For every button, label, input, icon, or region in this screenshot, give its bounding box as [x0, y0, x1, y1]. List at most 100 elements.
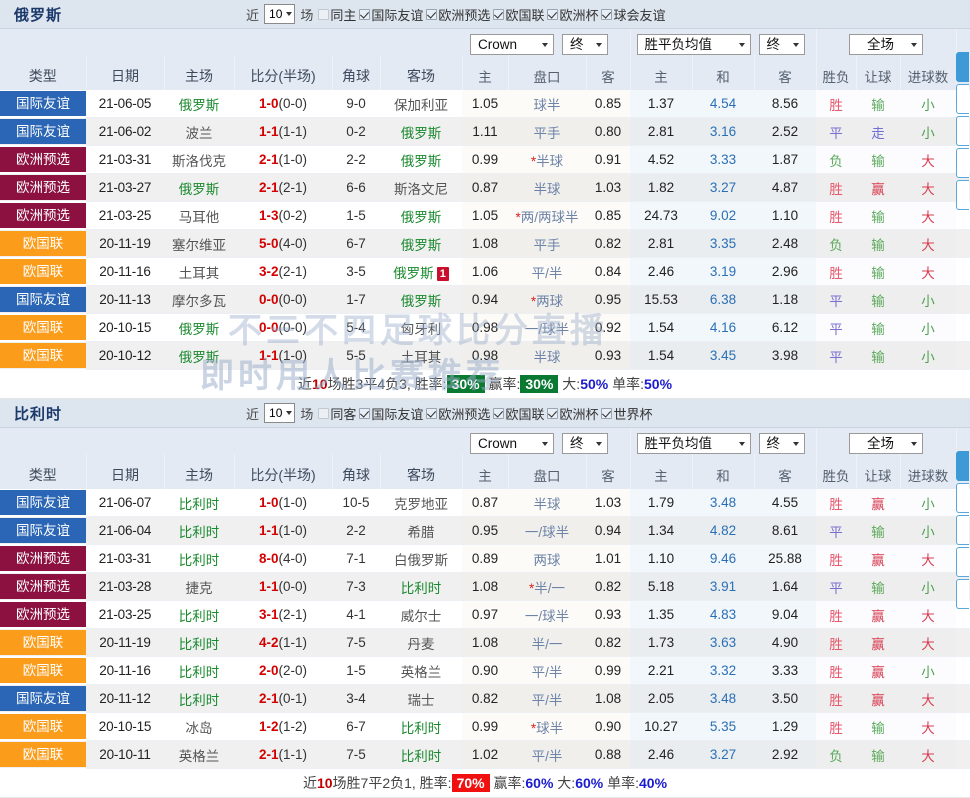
cell-away-team[interactable]: 斯洛文尼 [380, 173, 462, 202]
table-row[interactable]: 国际友谊 20-11-12 比利时 2-1(0-1) 3-4 瑞士 0.82 平/半 1.08 2… [0, 684, 970, 713]
cell-odds-lose: 1.64 [754, 572, 817, 601]
odds-type-select[interactable]: 胜平负均值 [636, 34, 751, 55]
cell-away-team[interactable]: 俄罗斯 [380, 201, 462, 230]
cell-away-team[interactable]: 丹麦 [380, 628, 462, 657]
filter-checkbox-0[interactable] [359, 407, 371, 419]
cell-home-team[interactable]: 比利时 [164, 544, 234, 573]
cell-away-team[interactable]: 比利时 [380, 740, 462, 769]
table-row[interactable]: 欧国联 20-10-15 俄罗斯 0-0(0-0) 5-4 匈牙利 0.98 一/球半 0.92… [0, 313, 970, 342]
cell-away-team[interactable]: 土耳其 [380, 341, 462, 370]
cell-home-team[interactable]: 土耳其 [164, 257, 234, 286]
same-side-checkbox[interactable] [318, 8, 330, 20]
match-count-select[interactable]: 10 [264, 4, 296, 24]
table-row[interactable]: 欧洲预选 21-03-31 斯洛伐克 2-1(1-0) 2-2 俄罗斯 0.99 *半球 0.9… [0, 145, 970, 174]
edge-tab-3[interactable] [956, 547, 969, 577]
table-row[interactable]: 国际友谊 20-11-13 摩尔多瓦 0-0(0-0) 1-7 俄罗斯 0.94 *两球 0.9… [0, 285, 970, 314]
cell-away-team[interactable]: 希腊 [380, 516, 462, 545]
odds-stage-select[interactable]: 终 [562, 34, 608, 55]
cell-home-team[interactable]: 摩尔多瓦 [164, 285, 234, 314]
table-row[interactable]: 欧洲预选 21-03-27 俄罗斯 2-1(2-1) 6-6 斯洛文尼 0.87 半球 1.03… [0, 173, 970, 202]
filter-checkbox-4[interactable] [601, 407, 613, 419]
cell-away-team[interactable]: 俄罗斯 [380, 229, 462, 258]
cell-home-team[interactable]: 俄罗斯 [164, 173, 234, 202]
table-row[interactable]: 国际友谊 21-06-02 波兰 1-1(1-1) 0-2 俄罗斯 1.11 平手 0.80 2.… [0, 117, 970, 146]
table-row[interactable]: 欧国联 20-11-19 比利时 4-2(1-1) 7-5 丹麦 1.08 半/一 0.82 1.… [0, 628, 970, 657]
odds-stage2-select[interactable]: 终 [758, 34, 805, 55]
filter-checkbox-1[interactable] [426, 407, 438, 419]
cell-away-team[interactable]: 保加利亚 [380, 90, 462, 118]
filter-checkbox-2[interactable] [493, 407, 505, 419]
filter-checkbox-3[interactable] [547, 8, 559, 20]
cell-home-team[interactable]: 比利时 [164, 489, 234, 517]
cell-date: 21-06-02 [86, 117, 164, 146]
cell-away-team[interactable]: 比利时 [380, 712, 462, 741]
cell-away-team[interactable]: 威尔士 [380, 600, 462, 629]
filter-checkbox-2[interactable] [493, 8, 505, 20]
edge-tab-3[interactable] [956, 148, 969, 178]
filter-checkbox-4[interactable] [601, 8, 613, 20]
table-row[interactable]: 欧洲预选 21-03-31 比利时 8-0(4-0) 7-1 白俄罗斯 0.89 两球 1.01… [0, 544, 970, 573]
cell-home-team[interactable]: 马耳他 [164, 201, 234, 230]
cell-home-team[interactable]: 冰岛 [164, 712, 234, 741]
cell-away-team[interactable]: 俄罗斯 [380, 285, 462, 314]
table-row[interactable]: 欧洲预选 21-03-25 比利时 3-1(2-1) 4-1 威尔士 0.97 一/球半 0.9… [0, 600, 970, 629]
table-row[interactable]: 国际友谊 21-06-07 比利时 1-0(1-0) 10-5 克罗地亚 0.87 半球 1.0… [0, 489, 970, 517]
cell-away-team[interactable]: 白俄罗斯 [380, 544, 462, 573]
table-row[interactable]: 欧国联 20-11-16 比利时 2-0(2-0) 1-5 英格兰 0.90 平/半 0.99 2… [0, 656, 970, 685]
cell-away-team[interactable]: 克罗地亚 [380, 489, 462, 517]
edge-tab-1[interactable] [956, 84, 969, 114]
cell-away-team[interactable]: 比利时 [380, 572, 462, 601]
odds-company-select[interactable]: Crown [470, 433, 554, 454]
table-row[interactable]: 欧国联 20-11-19 塞尔维亚 5-0(4-0) 6-7 俄罗斯 1.08 平手 0.82 2… [0, 229, 970, 258]
cell-home-team[interactable]: 波兰 [164, 117, 234, 146]
match-count-select[interactable]: 10 [264, 403, 296, 423]
cell-overunder-result: 大 [900, 740, 957, 769]
table-row[interactable]: 欧国联 20-10-12 俄罗斯 1-1(1-0) 5-5 土耳其 0.98 半球 0.93 1.… [0, 341, 970, 370]
period-select[interactable]: 全场 [849, 433, 924, 454]
table-row[interactable]: 欧国联 20-10-11 英格兰 2-1(1-1) 7-5 比利时 1.02 平/半 0.88 2… [0, 740, 970, 769]
filter-checkbox-0[interactable] [359, 8, 371, 20]
cell-home-team[interactable]: 比利时 [164, 628, 234, 657]
filter-checkbox-3[interactable] [547, 407, 559, 419]
table-row[interactable]: 国际友谊 21-06-04 比利时 1-1(1-0) 2-2 希腊 0.95 一/球半 0.94… [0, 516, 970, 545]
odds-type-select[interactable]: 胜平负均值 [636, 433, 751, 454]
cell-home-team[interactable]: 比利时 [164, 684, 234, 713]
cell-home-team[interactable]: 斯洛伐克 [164, 145, 234, 174]
table-row[interactable]: 国际友谊 21-06-05 俄罗斯 1-0(0-0) 9-0 保加利亚 1.05 球半 0.85… [0, 90, 970, 118]
table-row[interactable]: 欧国联 20-10-15 冰岛 1-2(1-2) 6-7 比利时 0.99 *球半 0.90 10… [0, 712, 970, 741]
table-row[interactable]: 欧洲预选 21-03-28 捷克 1-1(0-0) 7-3 比利时 1.08 *半/一 0.82… [0, 572, 970, 601]
same-side-checkbox[interactable] [318, 407, 330, 419]
edge-tab-0[interactable] [956, 451, 969, 481]
table-row[interactable]: 欧国联 20-11-16 土耳其 3-2(2-1) 3-5 俄罗斯 1 1.06 平/半 0.84… [0, 257, 970, 286]
cell-home-team[interactable]: 俄罗斯 [164, 313, 234, 342]
cell-away-team[interactable]: 俄罗斯 [380, 117, 462, 146]
odds-stage2-select[interactable]: 终 [758, 433, 805, 454]
halftime-score: (0-0) [278, 96, 308, 111]
cell-away-team[interactable]: 英格兰 [380, 656, 462, 685]
cell-home-team[interactable]: 捷克 [164, 572, 234, 601]
cell-home-team[interactable]: 比利时 [164, 516, 234, 545]
cell-score: 3-1(2-1) [234, 600, 332, 629]
cell-home-team[interactable]: 英格兰 [164, 740, 234, 769]
edge-tab-1[interactable] [956, 483, 969, 513]
cell-home-team[interactable]: 比利时 [164, 656, 234, 685]
edge-tab-4[interactable] [956, 180, 969, 210]
cell-away-team[interactable]: 俄罗斯 1 [380, 257, 462, 286]
edge-tab-2[interactable] [956, 515, 969, 545]
cell-away-team[interactable]: 匈牙利 [380, 313, 462, 342]
odds-stage-select[interactable]: 终 [562, 433, 608, 454]
cell-home-team[interactable]: 比利时 [164, 600, 234, 629]
cell-away-team[interactable]: 瑞士 [380, 684, 462, 713]
edge-tab-0[interactable] [956, 52, 969, 82]
odds-company-select[interactable]: Crown [470, 34, 554, 55]
cell-home-team[interactable]: 俄罗斯 [164, 341, 234, 370]
filter-checkbox-1[interactable] [426, 8, 438, 20]
table-row[interactable]: 欧洲预选 21-03-25 马耳他 1-3(0-2) 1-5 俄罗斯 1.05 *两/两球半 0… [0, 201, 970, 230]
cell-corners: 6-7 [332, 712, 380, 741]
period-select[interactable]: 全场 [849, 34, 924, 55]
cell-home-team[interactable]: 塞尔维亚 [164, 229, 234, 258]
edge-tab-4[interactable] [956, 579, 969, 609]
edge-tab-2[interactable] [956, 116, 969, 146]
cell-away-team[interactable]: 俄罗斯 [380, 145, 462, 174]
cell-home-team[interactable]: 俄罗斯 [164, 90, 234, 118]
